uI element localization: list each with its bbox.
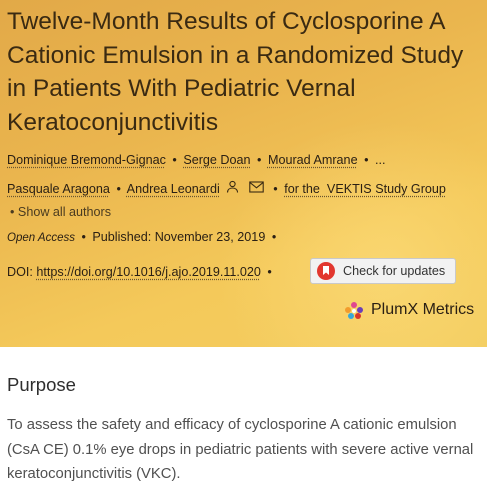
doi-line: DOI: https://doi.org/10.1016/j.ajo.2019.… xyxy=(7,265,275,279)
author-line-1: Dominique Bremond-Gignac • Serge Doan • … xyxy=(7,146,485,175)
check-for-updates-button[interactable]: Check for updates xyxy=(310,258,456,284)
crossmark-icon xyxy=(317,262,335,280)
separator-dot: • xyxy=(271,230,277,244)
plumx-label: PlumX Metrics xyxy=(371,301,475,318)
show-all-authors-label[interactable]: Show all authors xyxy=(18,205,111,219)
doi-link[interactable]: https://doi.org/10.1016/j.ajo.2019.11.02… xyxy=(36,265,261,279)
separator-dot: • xyxy=(81,230,86,244)
section-title: Purpose xyxy=(7,374,76,395)
author-link[interactable]: Pasquale Aragona xyxy=(7,182,110,196)
separator-dot: • xyxy=(116,182,121,196)
author-link[interactable]: Andrea Leonardi xyxy=(127,182,220,196)
separator-dot: • xyxy=(273,182,278,196)
published-label: Published: xyxy=(92,230,152,244)
separator-dot: • xyxy=(267,265,272,279)
author-line-2: Pasquale Aragona • Andrea Leonardi • for… xyxy=(7,175,485,204)
separator-dot: • xyxy=(364,153,369,167)
publication-meta: Open Access • Published: November 23, 20… xyxy=(7,230,279,244)
show-all-authors[interactable]: • Show all authors xyxy=(10,205,111,219)
separator-dot: • xyxy=(10,205,15,219)
article-title: Twelve-Month Results of Cyclosporine A C… xyxy=(7,8,464,136)
mail-icon[interactable] xyxy=(249,175,264,204)
more-authors-ellipsis[interactable]: ... xyxy=(375,153,386,167)
section-text: To assess the safety and efficacy of cyc… xyxy=(7,417,474,482)
person-icon[interactable] xyxy=(226,175,239,204)
doi-label: DOI: xyxy=(7,265,33,279)
author-list: Dominique Bremond-Gignac • Serge Doan • … xyxy=(7,146,485,204)
open-access-label: Open Access xyxy=(7,232,75,244)
plumx-icon xyxy=(343,300,365,320)
plumx-metrics-link[interactable]: PlumX Metrics xyxy=(343,300,474,320)
separator-dot: • xyxy=(257,153,262,167)
study-group-link[interactable]: for the VEKTIS Study Group xyxy=(284,182,446,196)
check-for-updates-label: Check for updates xyxy=(343,264,446,278)
separator-dot: • xyxy=(172,153,177,167)
published-date: November 23, 2019 xyxy=(154,230,266,244)
author-link[interactable]: Mourad Amrane xyxy=(268,153,358,167)
author-link[interactable]: Serge Doan xyxy=(183,153,250,167)
author-link[interactable]: Dominique Bremond-Gignac xyxy=(7,153,166,167)
article-header: Twelve-Month Results of Cyclosporine A C… xyxy=(0,0,487,347)
